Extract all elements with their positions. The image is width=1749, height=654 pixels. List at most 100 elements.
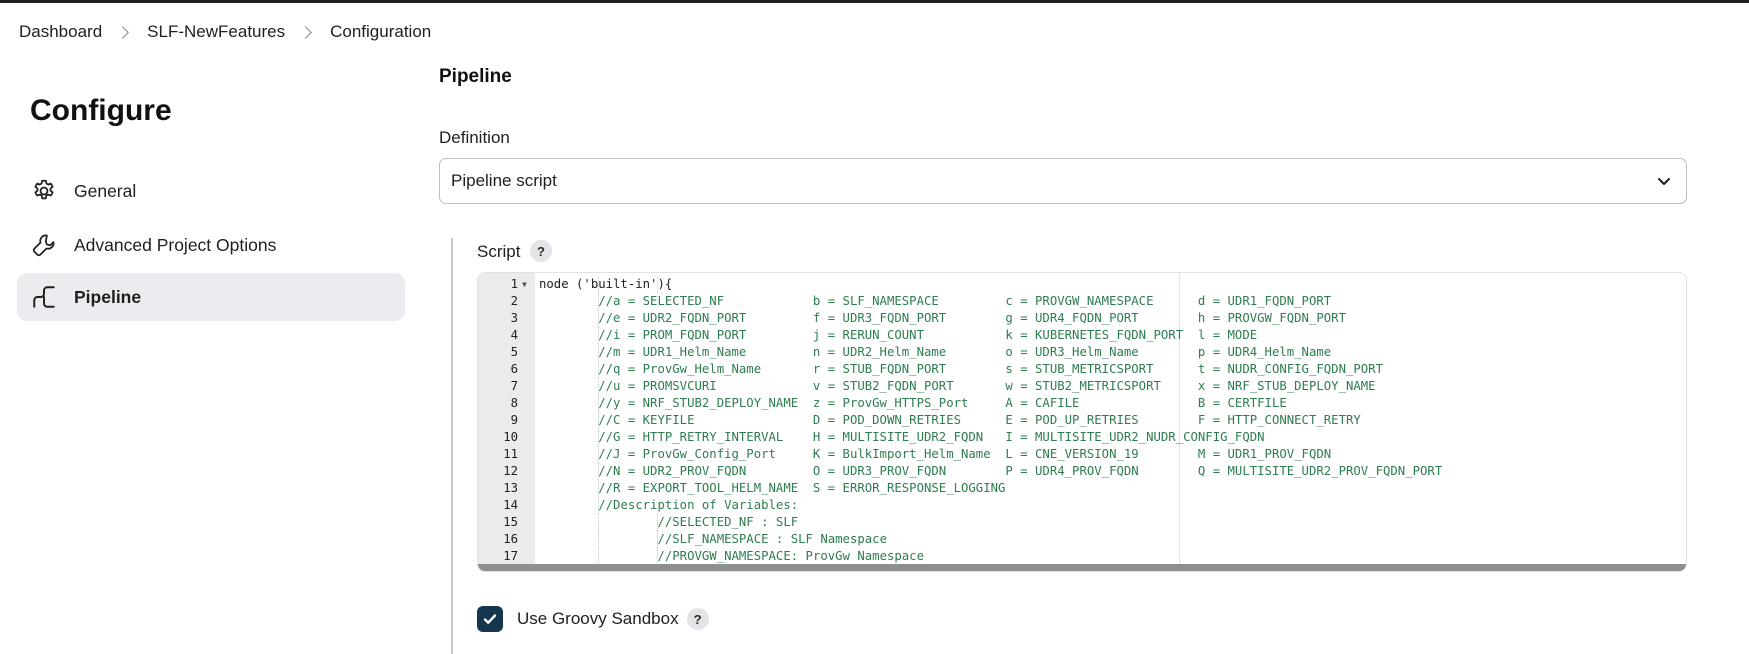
code-line: 8 //y = NRF_STUB2_DEPLOY_NAME z = ProvGw… bbox=[478, 395, 1686, 412]
code-line: 5 //m = UDR1_Helm_Name n = UDR2_Helm_Nam… bbox=[478, 344, 1686, 361]
code-text: //m = UDR1_Helm_Name n = UDR2_Helm_Name … bbox=[539, 344, 1331, 361]
code-line: 12 //N = UDR2_PROV_FQDN O = UDR3_PROV_FQ… bbox=[478, 463, 1686, 480]
code-comment: //PROVGW_NAMESPACE: ProvGw Namespace bbox=[657, 549, 924, 563]
fold-toggle-icon[interactable]: ▼ bbox=[522, 276, 527, 293]
definition-select[interactable]: Pipeline script bbox=[439, 158, 1687, 204]
code-text: //a = SELECTED_NF b = SLF_NAMESPACE c = … bbox=[539, 293, 1331, 310]
code-line: 15 //SELECTED_NF : SLF bbox=[478, 514, 1686, 531]
line-number: 2 bbox=[510, 294, 518, 308]
code-line: 14 //Description of Variables: bbox=[478, 497, 1686, 514]
sidebar-title: Configure bbox=[30, 94, 172, 127]
line-number: 15 bbox=[503, 515, 518, 529]
code-comment: //e = UDR2_FQDN_PORT f = UDR3_FQDN_PORT … bbox=[598, 311, 1346, 325]
code-text: //q = ProvGw_Helm_Name r = STUB_FQDN_POR… bbox=[539, 361, 1383, 378]
sidebar-item-label: Advanced Project Options bbox=[74, 234, 277, 255]
line-number: 9 bbox=[510, 413, 518, 427]
section-divider bbox=[451, 238, 453, 654]
chevron-right-icon bbox=[299, 25, 312, 39]
code-text: node ('built-in'){ bbox=[539, 277, 673, 291]
groovy-sandbox-row: Use Groovy Sandbox ? bbox=[477, 606, 709, 632]
chevron-down-icon bbox=[1656, 173, 1672, 194]
breadcrumb-configuration[interactable]: Configuration bbox=[330, 22, 431, 42]
code-line: 2 //a = SELECTED_NF b = SLF_NAMESPACE c … bbox=[478, 293, 1686, 310]
pipeline-icon bbox=[30, 283, 58, 311]
code-comment: //i = PROM_FQDN_PORT j = RERUN_COUNT k =… bbox=[598, 328, 1258, 342]
code-line: 11 //J = ProvGw_Config_Port K = BulkImpo… bbox=[478, 446, 1686, 463]
code-comment: //m = UDR1_Helm_Name n = UDR2_Helm_Name … bbox=[598, 345, 1332, 359]
line-number: 14 bbox=[503, 498, 518, 512]
chevron-right-icon bbox=[116, 25, 130, 39]
code-line: 6 //q = ProvGw_Helm_Name r = STUB_FQDN_P… bbox=[478, 361, 1686, 378]
code-comment: //a = SELECTED_NF b = SLF_NAMESPACE c = … bbox=[598, 294, 1332, 308]
code-text: //J = ProvGw_Config_Port K = BulkImport_… bbox=[539, 446, 1331, 463]
code-text: //Description of Variables: bbox=[539, 497, 798, 514]
code-text: //i = PROM_FQDN_PORT j = RERUN_COUNT k =… bbox=[539, 327, 1257, 344]
line-number: 4 bbox=[510, 328, 518, 342]
breadcrumb-project[interactable]: SLF-NewFeatures bbox=[147, 22, 285, 42]
code-comment: //SLF_NAMESPACE : SLF Namespace bbox=[657, 532, 887, 546]
code-text: //C = KEYFILE D = POD_DOWN_RETRIES E = P… bbox=[539, 412, 1361, 429]
script-editor[interactable]: 1 ▼ node ('built-in'){ 2 //a = SELECTED_NF … bbox=[477, 272, 1687, 572]
code-lines: 1 ▼ node ('built-in'){ 2 //a = SELECTED_NF … bbox=[478, 276, 1686, 571]
code-line: 1 ▼ node ('built-in'){ bbox=[478, 276, 1686, 293]
script-help-icon[interactable]: ? bbox=[530, 240, 552, 262]
definition-label: Definition bbox=[439, 128, 510, 147]
code-comment: //Description of Variables: bbox=[598, 498, 799, 512]
script-label: Script bbox=[477, 242, 521, 261]
top-bar bbox=[0, 0, 1749, 3]
code-line: 3 //e = UDR2_FQDN_PORT f = UDR3_FQDN_POR… bbox=[478, 310, 1686, 327]
line-number: 6 bbox=[510, 362, 518, 376]
code-line: 17 //PROVGW_NAMESPACE: ProvGw Namespace bbox=[478, 548, 1686, 565]
code-comment: //J = ProvGw_Config_Port K = BulkImport_… bbox=[598, 447, 1332, 461]
breadcrumb: Dashboard SLF-NewFeatures Configuration bbox=[19, 20, 431, 44]
line-number: 13 bbox=[503, 481, 518, 495]
code-text: //SLF_NAMESPACE : SLF Namespace bbox=[539, 531, 887, 548]
wrench-icon bbox=[30, 231, 58, 259]
code-text: //e = UDR2_FQDN_PORT f = UDR3_FQDN_PORT … bbox=[539, 310, 1346, 327]
groovy-sandbox-label: Use Groovy Sandbox bbox=[517, 609, 679, 628]
code-text: //y = NRF_STUB2_DEPLOY_NAME z = ProvGw_H… bbox=[539, 395, 1287, 412]
code-comment: //y = NRF_STUB2_DEPLOY_NAME z = ProvGw_H… bbox=[598, 396, 1287, 410]
line-number: 17 bbox=[503, 549, 518, 563]
line-number: 11 bbox=[503, 447, 518, 461]
code-text: //SELECTED_NF : SLF bbox=[539, 514, 798, 531]
groovy-sandbox-checkbox[interactable] bbox=[477, 606, 503, 632]
code-comment: //G = HTTP_RETRY_INTERVAL H = MULTISITE_… bbox=[598, 430, 1265, 444]
line-number: 3 bbox=[510, 311, 518, 325]
code-line: 13 //R = EXPORT_TOOL_HELM_NAME S = ERROR… bbox=[478, 480, 1686, 497]
code-comment: //C = KEYFILE D = POD_DOWN_RETRIES E = P… bbox=[598, 413, 1361, 427]
line-number: 10 bbox=[503, 430, 518, 444]
code-line: 16 //SLF_NAMESPACE : SLF Namespace bbox=[478, 531, 1686, 548]
line-number: 7 bbox=[510, 379, 518, 393]
code-comment: //SELECTED_NF : SLF bbox=[657, 515, 799, 529]
code-comment: //N = UDR2_PROV_FQDN O = UDR3_PROV_FQDN … bbox=[598, 464, 1443, 478]
code-line: 7 //u = PROMSVCURI v = STUB2_FQDN_PORT w… bbox=[478, 378, 1686, 395]
gear-icon bbox=[30, 177, 58, 205]
code-text: //R = EXPORT_TOOL_HELM_NAME S = ERROR_RE… bbox=[539, 480, 1005, 497]
line-number: 8 bbox=[510, 396, 518, 410]
code-text: //u = PROMSVCURI v = STUB2_FQDN_PORT w =… bbox=[539, 378, 1376, 395]
sidebar-item-label: Pipeline bbox=[74, 286, 142, 307]
code-line: 10 //G = HTTP_RETRY_INTERVAL H = MULTISI… bbox=[478, 429, 1686, 446]
definition-selected-value: Pipeline script bbox=[451, 171, 557, 190]
sandbox-help-icon[interactable]: ? bbox=[686, 608, 709, 630]
code-comment: //u = PROMSVCURI v = STUB2_FQDN_PORT w =… bbox=[598, 379, 1376, 393]
code-comment: //R = EXPORT_TOOL_HELM_NAME S = ERROR_RE… bbox=[598, 481, 1006, 495]
code-comment: //q = ProvGw_Helm_Name r = STUB_FQDN_POR… bbox=[598, 362, 1383, 376]
breadcrumb-dashboard[interactable]: Dashboard bbox=[19, 22, 102, 42]
checkmark-icon bbox=[483, 614, 497, 624]
section-title: Pipeline bbox=[439, 66, 512, 87]
line-number: 16 bbox=[503, 532, 518, 546]
line-number: 1 bbox=[510, 277, 518, 291]
code-line: 9 //C = KEYFILE D = POD_DOWN_RETRIES E =… bbox=[478, 412, 1686, 429]
sidebar-item-advanced-project-options[interactable]: Advanced Project Options bbox=[17, 221, 405, 269]
sidebar-item-pipeline[interactable]: Pipeline bbox=[17, 273, 405, 321]
line-number: 12 bbox=[503, 464, 518, 478]
horizontal-scrollbar[interactable] bbox=[478, 564, 1686, 571]
code-line: 4 //i = PROM_FQDN_PORT j = RERUN_COUNT k… bbox=[478, 327, 1686, 344]
sidebar-item-general[interactable]: General bbox=[17, 167, 405, 215]
code-text: //N = UDR2_PROV_FQDN O = UDR3_PROV_FQDN … bbox=[539, 463, 1442, 480]
sidebar-item-label: General bbox=[74, 180, 137, 201]
code-text: //G = HTTP_RETRY_INTERVAL H = MULTISITE_… bbox=[539, 429, 1265, 446]
line-number: 5 bbox=[510, 345, 518, 359]
